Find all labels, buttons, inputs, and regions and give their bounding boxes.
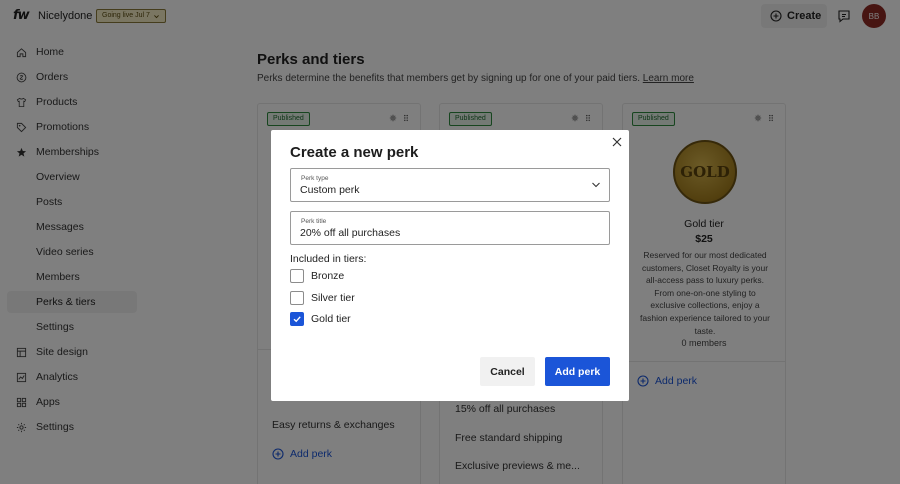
tier-checkbox-gold[interactable]: Gold tier <box>290 312 351 326</box>
checkbox[interactable] <box>290 312 304 326</box>
close-icon <box>612 137 622 147</box>
close-button[interactable] <box>611 136 623 148</box>
checkbox[interactable] <box>290 269 304 283</box>
checkbox-label: Gold tier <box>311 313 351 325</box>
checkmark-icon <box>293 316 301 323</box>
perk-type-select[interactable]: Perk type Custom perk <box>290 168 610 202</box>
tier-checkbox-silver[interactable]: Silver tier <box>290 291 355 305</box>
dialog-title: Create a new perk <box>290 144 419 161</box>
tier-checkbox-bronze[interactable]: Bronze <box>290 269 344 283</box>
add-perk-button[interactable]: Add perk <box>545 357 610 386</box>
create-perk-dialog: Create a new perk Perk type Custom perk … <box>271 130 629 401</box>
field-label: Perk type <box>301 175 329 182</box>
field-value: Custom perk <box>300 184 360 196</box>
chevron-down-icon <box>592 182 600 188</box>
perk-title-field[interactable]: Perk title 20% off all purchases <box>290 211 610 245</box>
included-tiers-label: Included in tiers: <box>290 253 367 265</box>
field-value: 20% off all purchases <box>300 227 401 239</box>
checkbox-label: Silver tier <box>311 292 355 304</box>
field-label: Perk title <box>301 218 327 225</box>
checkbox[interactable] <box>290 291 304 305</box>
cancel-button[interactable]: Cancel <box>480 357 535 386</box>
checkbox-label: Bronze <box>311 270 345 282</box>
